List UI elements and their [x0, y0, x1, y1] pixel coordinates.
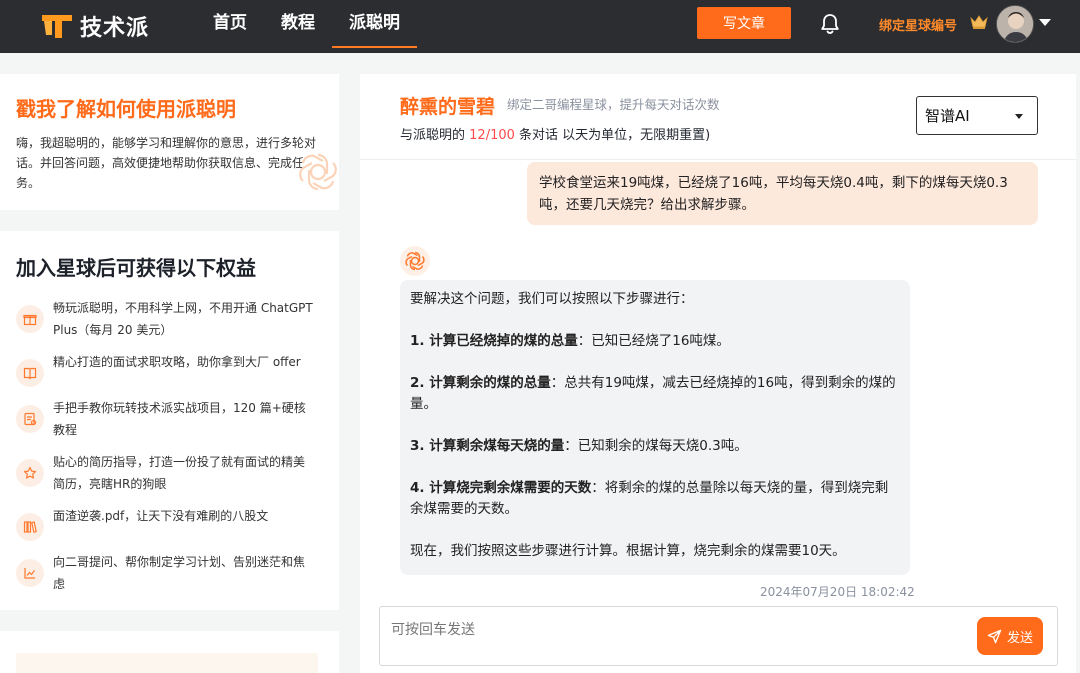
page-scrollbar[interactable] — [1076, 74, 1080, 673]
list-item: 贴心的简历指导，打造一份投了就有面试的精美简历，亮瞎HR的狗眼 — [16, 451, 323, 495]
logo-icon — [42, 15, 72, 38]
benefit-text: 贴心的简历指导，打造一份投了就有面试的精美简历，亮瞎HR的狗眼 — [53, 455, 306, 491]
answer-step: 2. 计算剩余的煤的总量：总共有19吨煤，减去已经烧掉的16吨，得到剩余的煤的量… — [410, 373, 900, 415]
nav-item-tutorial[interactable]: 教程 — [264, 0, 332, 53]
write-article-button[interactable]: 写文章 — [697, 7, 791, 39]
answer-step: 1. 计算已经烧掉的煤的总量：已知已经烧了16吨煤。 — [410, 331, 900, 352]
chevron-down-icon — [1015, 114, 1023, 119]
send-icon — [987, 629, 1002, 643]
openai-icon — [405, 251, 425, 271]
benefits-card: 加入星球后可获得以下权益 畅玩派聪明，不用科学上网，不用开通 ChatGPT P… — [0, 231, 339, 610]
nav-item-home[interactable]: 首页 — [196, 0, 264, 53]
message-timestamp: 2024年07月20日 18:02:42 — [760, 585, 915, 599]
benefit-text: 手把手教你玩转技术派实战项目，120 篇+硬核教程 — [53, 401, 306, 437]
quota-total: 100 — [490, 128, 515, 143]
top-navbar: 技术派 首页 教程 派聪明 写文章 绑定星球编号 — [0, 0, 1080, 53]
book-icon — [16, 359, 44, 387]
answer-step-title: 1. 计算已经烧掉的煤的总量 — [410, 333, 578, 349]
promo-card — [0, 631, 339, 673]
promo-banner — [16, 653, 318, 673]
benefit-text: 向二哥提问、帮你制定学习计划、告别迷茫和焦虑 — [53, 555, 306, 591]
intro-description: 嗨，我超聪明的，能够学习和理解你的意思，进行多轮对话。并回答问题，高效便捷地帮助… — [16, 136, 317, 190]
main-nav: 首页 教程 派聪明 — [196, 0, 417, 53]
quota-suffix: 条对话 以天为单位，无限期重置) — [514, 128, 711, 143]
logo-text: 技术派 — [80, 16, 150, 41]
answer-step-title: 2. 计算剩余的煤的总量 — [410, 375, 551, 391]
answer-step-title: 3. 计算剩余煤每天烧的量 — [410, 438, 565, 454]
answer-step: 4. 计算烧完剩余煤需要的天数：将剩余的煤的总量除以每天烧的量，得到烧完剩余煤需… — [410, 478, 900, 520]
answer-step: 3. 计算剩余煤每天烧的量：已知剩余的煤每天烧0.3吨。 — [410, 436, 900, 457]
logo[interactable]: 技术派 — [40, 10, 149, 42]
star-icon — [16, 459, 44, 487]
bind-planet-link[interactable]: 绑定星球编号 — [879, 15, 957, 34]
benefits-list: 畅玩派聪明，不用科学上网，不用开通 ChatGPT Plus（每月 20 美元）… — [16, 297, 323, 595]
chat-header: 醉熏的雪碧 绑定二哥编程星球，提升每天对话次数 与派聪明的 12/100 条对话… — [360, 74, 1080, 160]
bot-message: 要解决这个问题，我们可以按照以下步骤进行： 1. 计算已经烧掉的煤的总量：已知已… — [400, 280, 910, 575]
quota-used: 12 — [469, 128, 486, 143]
chat-panel: 醉熏的雪碧 绑定二哥编程星球，提升每天对话次数 与派聪明的 12/100 条对话… — [360, 74, 1080, 673]
list-item: 畅玩派聪明，不用科学上网，不用开通 ChatGPT Plus（每月 20 美元） — [16, 297, 323, 341]
list-item: 精心打造的面试求职攻略，助你拿到大厂 offer — [16, 351, 323, 387]
answer-step-body: ：已知剩余的煤每天烧0.3吨。 — [564, 438, 748, 454]
list-item: 向二哥提问、帮你制定学习计划、告别迷茫和焦虑 — [16, 551, 323, 595]
quota-info: 与派聪明的 12/100 条对话 以天为单位，无限期重置) — [400, 124, 710, 143]
avatar-image — [997, 6, 1033, 42]
openai-icon — [299, 153, 337, 191]
gift-icon — [16, 305, 44, 333]
answer-step-title: 4. 计算烧完剩余煤需要的天数 — [410, 480, 592, 496]
benefit-text: 畅玩派聪明，不用科学上网，不用开通 ChatGPT Plus（每月 20 美元） — [53, 301, 313, 337]
send-button[interactable]: 发送 — [977, 617, 1043, 655]
model-select-value: 智谱AI — [925, 107, 970, 125]
avatar[interactable] — [996, 5, 1034, 43]
answer-intro: 要解决这个问题，我们可以按照以下步骤进行： — [410, 291, 694, 307]
user-subtitle[interactable]: 绑定二哥编程星球，提升每天对话次数 — [507, 94, 720, 113]
chevron-down-icon[interactable] — [1039, 19, 1051, 26]
intro-card[interactable]: 戳我了解如何使用派聪明 嗨，我超聪明的，能够学习和理解你的意思，进行多轮对话。并… — [0, 74, 339, 210]
chat-input[interactable] — [380, 607, 960, 665]
intro-title[interactable]: 戳我了解如何使用派聪明 — [16, 96, 323, 122]
chat-input-box: 发送 — [379, 606, 1058, 666]
library-icon — [16, 513, 44, 541]
benefit-text: 面渣逆袭.pdf，让天下没有难刷的八股文 — [53, 509, 269, 523]
bell-icon[interactable] — [818, 12, 842, 36]
user-name: 醉熏的雪碧 — [400, 96, 496, 118]
benefit-text: 精心打造的面试求职攻略，助你拿到大厂 offer — [53, 355, 301, 369]
document-icon — [16, 405, 44, 433]
list-item: 面渣逆袭.pdf，让天下没有难刷的八股文 — [16, 505, 323, 541]
list-item: 手把手教你玩转技术派实战项目，120 篇+硬核教程 — [16, 397, 323, 441]
crown-icon — [970, 15, 988, 29]
nav-item-paicongming[interactable]: 派聪明 — [332, 0, 417, 53]
quota-prefix: 与派聪明的 — [400, 128, 470, 143]
answer-step-body: ：已知已经烧了16吨煤。 — [577, 333, 730, 349]
benefits-title: 加入星球后可获得以下权益 — [16, 256, 256, 280]
chart-icon — [16, 559, 44, 587]
send-label: 发送 — [1006, 630, 1033, 646]
model-select[interactable]: 智谱AI — [916, 96, 1038, 135]
bot-avatar — [400, 246, 430, 276]
answer-conclusion: 现在，我们按照这些步骤进行计算。根据计算，烧完剩余的煤需要10天。 — [410, 543, 846, 559]
user-message: 学校食堂运来19吨煤，已经烧了16吨，平均每天烧0.4吨，剩下的煤每天烧0.3吨… — [527, 162, 1038, 225]
